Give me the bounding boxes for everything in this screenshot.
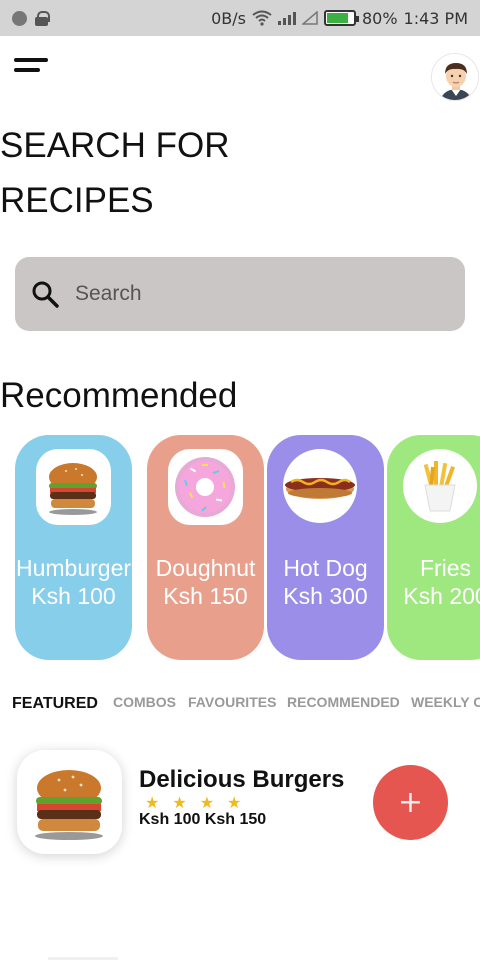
featured-prices: Ksh 100 Ksh 150 [139,811,266,829]
card-price: Ksh 100 [31,583,116,609]
recommended-card-hot-dog[interactable]: Hot Dog Ksh 300 [267,435,384,660]
status-left [12,10,50,26]
search-bar[interactable] [15,257,465,331]
featured-item-name: Delicious Burgers [139,766,345,793]
card-price: Ksh 300 [283,583,368,609]
star-icon: ★ [145,795,173,812]
card-name: Hot Dog [283,555,368,581]
tab-recommended[interactable]: RECOMMENDED [287,694,400,710]
page-title: SEARCH FOR RECIPES [0,118,320,228]
tab-weekly[interactable]: WEEKLY O [411,694,480,710]
recommended-card-fries[interactable]: Fries Ksh 200 [387,435,480,660]
signal-empty-icon [301,11,318,25]
star-icon: ★ [172,795,200,812]
card-name: Humburger [15,555,132,581]
featured-item-image[interactable] [17,750,122,854]
status-right: 0B/s 80% 1:43 PM [211,9,468,28]
recommended-card-humburger[interactable]: Humburger Ksh 100 [15,435,132,660]
rating-stars: ★★★★ [145,793,254,813]
battery-fill [326,13,348,23]
featured-price: Ksh 100 [139,811,201,828]
card-price: Ksh 150 [163,583,248,609]
category-tabs: FEATURED COMBOS FAVOURITES RECOMMENDED W… [12,694,480,716]
battery-icon [323,10,359,26]
avatar-illustration [432,54,478,100]
add-to-cart-button[interactable]: + [373,765,448,840]
battery-percent: 80% [361,8,398,28]
doughnut-icon [168,449,243,525]
burger-icon [35,770,103,840]
hamburger-menu-icon[interactable] [14,58,50,78]
search-input[interactable] [75,282,455,306]
lock-icon [35,10,50,26]
fries-icon [403,449,477,523]
clock: 1:43 PM [403,8,468,28]
burger-icon [36,449,111,525]
network-speed: 0B/s [211,8,246,28]
page-title-line1: SEARCH FOR [0,126,230,165]
card-name: Doughnut [155,555,256,581]
star-icon: ★ [227,795,255,812]
hot-dog-icon [283,449,357,523]
wifi-icon [252,10,272,26]
card-name: Fries [419,555,472,581]
page-title-line2: RECIPES [0,181,154,220]
recommended-card-doughnut[interactable]: Doughnut Ksh 150 [147,435,264,660]
user-avatar-icon[interactable] [431,53,479,101]
signal-icon [277,11,296,25]
notification-dot-icon [12,10,27,26]
featured-old-price: Ksh 150 [204,811,267,828]
status-bar: 0B/s 80% 1:43 PM [0,0,480,36]
tab-featured[interactable]: FEATURED [12,695,98,713]
card-price: Ksh 200 [403,583,480,609]
recommended-list: Humburger Ksh 100 Doughnut Ksh 150 Hot D… [0,435,480,660]
search-icon[interactable] [31,280,59,308]
tab-combos[interactable]: COMBOS [113,694,176,710]
star-icon: ★ [199,795,228,812]
tab-favourites[interactable]: FAVOURITES [188,694,276,710]
recommended-title: Recommended [0,376,238,415]
